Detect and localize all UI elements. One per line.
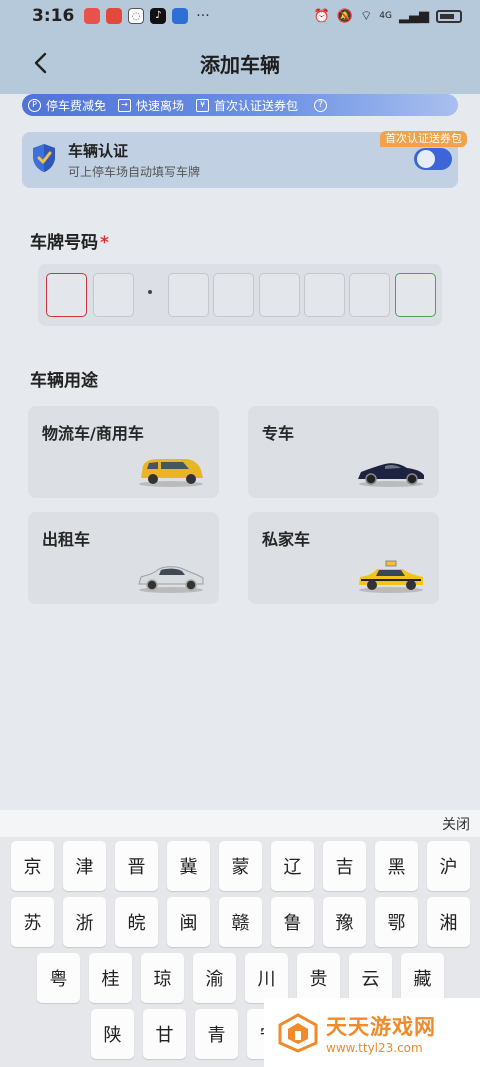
page-header: 添加车辆 — [0, 32, 480, 94]
app-notification-icon — [172, 8, 189, 24]
battery-icon — [436, 9, 462, 23]
plate-char-cell[interactable] — [46, 273, 87, 317]
usage-label: 出租车 — [42, 530, 91, 549]
benefit-strip[interactable]: P 停车费减免 → 快速离场 ¥ 首次认证送券包 ? — [22, 94, 458, 116]
network-label: 4G — [379, 11, 392, 21]
keyboard-key[interactable]: 辽 — [271, 841, 314, 891]
keyboard-key[interactable]: 桂 — [89, 953, 132, 1003]
sports-car-icon — [358, 463, 424, 487]
app-notification-icon — [84, 8, 101, 24]
back-arrow-icon[interactable] — [30, 50, 52, 76]
keyboard-topbar: 关闭 — [0, 810, 480, 837]
keyboard-key[interactable]: 琼 — [141, 953, 184, 1003]
benefit-label: 首次认证送券包 — [214, 98, 299, 113]
usage-label: 专车 — [262, 424, 295, 443]
wechat-icon: ◌ — [128, 8, 145, 24]
plate-separator — [148, 290, 152, 294]
plate-new-energy-cell[interactable] — [395, 273, 436, 317]
coupon-icon: ¥ — [196, 98, 210, 112]
benefit-label: 快速离场 — [136, 98, 185, 113]
plate-input-group — [38, 264, 442, 326]
keyboard-key[interactable]: 陕 — [91, 1009, 134, 1059]
usage-option-ride-hailing[interactable]: 专车 — [248, 406, 439, 498]
usage-option-private[interactable]: 私家车 — [248, 512, 439, 604]
keyboard-key[interactable]: 津 — [63, 841, 106, 891]
mute-icon: 🔕 — [336, 8, 354, 24]
vehicle-verify-card: 车辆认证 可上停车场自动填写车牌 首次认证送券包 — [22, 131, 467, 188]
yellow-taxi-icon — [359, 560, 423, 593]
parking-icon: P — [28, 98, 41, 112]
keyboard-key[interactable]: 黑 — [375, 841, 418, 891]
keyboard-key[interactable]: 闽 — [167, 897, 210, 947]
keyboard-key[interactable]: 赣 — [219, 897, 262, 947]
keyboard-key[interactable]: 沪 — [427, 841, 470, 891]
keyboard-key[interactable]: 晋 — [115, 841, 158, 891]
keyboard-key[interactable]: 粤 — [37, 953, 80, 1003]
usage-label: 物流车/商用车 — [42, 424, 144, 443]
wifi-icon: ⌔ — [360, 9, 373, 24]
keyboard-key[interactable]: 冀 — [167, 841, 210, 891]
alarm-icon: ⏰ — [313, 8, 330, 24]
plate-char-cell[interactable] — [349, 273, 390, 317]
site-watermark: 天天游戏网 www.ttyl23.com — [264, 998, 480, 1067]
usage-option-commercial[interactable]: 物流车/商用车 — [28, 406, 219, 498]
silver-sedan-icon — [138, 566, 204, 593]
keyboard-key[interactable]: 青 — [195, 1009, 238, 1059]
keyboard-key[interactable]: 川 — [245, 953, 288, 1003]
keyboard-key[interactable]: 豫 — [323, 897, 366, 947]
benefit-item: ¥ 首次认证送券包 — [196, 97, 298, 114]
keyboard-key[interactable]: 贵 — [297, 953, 340, 1003]
plate-char-cell[interactable] — [259, 273, 300, 317]
tiktok-icon: ♪ — [150, 8, 167, 24]
watermark-url: www.ttyl23.com — [326, 1040, 423, 1055]
verify-toggle[interactable] — [414, 148, 452, 170]
usage-label: 私家车 — [262, 530, 311, 549]
plate-char-cell[interactable] — [168, 273, 209, 317]
watermark-logo-icon — [278, 1012, 318, 1053]
keyboard-key[interactable]: 渝 — [193, 953, 236, 1003]
keyboard-key[interactable]: 藏 — [401, 953, 444, 1003]
keyboard-key[interactable]: 苏 — [11, 897, 54, 947]
page-title: 添加车辆 — [200, 52, 280, 77]
usage-section-title: 车辆用途 — [30, 371, 98, 391]
plate-section-title: 车牌号码 * — [30, 228, 109, 253]
signal-icon: ▂▄▆ — [399, 8, 429, 24]
plate-char-cell[interactable] — [213, 273, 254, 317]
plate-char-cell[interactable] — [93, 273, 134, 317]
benefit-item: → 快速离场 — [118, 97, 184, 114]
plate-char-cell[interactable] — [304, 273, 345, 317]
keyboard-key[interactable]: 鄂 — [375, 897, 418, 947]
keyboard-key[interactable]: 湘 — [427, 897, 470, 947]
help-icon[interactable]: ? — [314, 98, 328, 112]
benefit-item: P 停车费减免 — [28, 97, 106, 114]
yellow-van-icon — [139, 459, 203, 487]
keyboard-key[interactable]: 蒙 — [219, 841, 262, 891]
more-notifications-icon: ··· — [196, 8, 210, 24]
benefit-label: 停车费减免 — [46, 98, 107, 113]
app-notification-icon — [106, 8, 123, 24]
plate-label: 车牌号码 — [30, 233, 98, 253]
keyboard-key[interactable]: 甘 — [143, 1009, 186, 1059]
keyboard-key[interactable]: 浙 — [63, 897, 106, 947]
keyboard-key[interactable]: 京 — [11, 841, 54, 891]
watermark-text: 天天游戏网 www.ttyl23.com — [326, 1011, 436, 1055]
required-mark: * — [100, 233, 109, 253]
watermark-title: 天天游戏网 — [326, 1014, 436, 1039]
keyboard-close-button[interactable]: 关闭 — [442, 814, 470, 834]
keyboard-key[interactable]: 皖 — [115, 897, 158, 947]
status-bar: 3:16 ◌ ♪ ··· ⏰ 🔕 ⌔ 4G ▂▄▆ — [0, 0, 480, 32]
verify-title: 车辆认证 — [68, 142, 129, 160]
toggle-knob — [417, 150, 435, 168]
status-time: 3:16 — [32, 6, 75, 26]
usage-option-taxi[interactable]: 出租车 — [28, 512, 219, 604]
promo-badge: 首次认证送券包 — [380, 131, 467, 147]
keyboard-key[interactable]: 鲁 — [271, 897, 314, 947]
status-indicators: ⏰ 🔕 ⌔ 4G ▂▄▆ — [314, 8, 462, 24]
shield-icon — [33, 144, 55, 172]
verify-description: 可上停车场自动填写车牌 — [68, 165, 201, 179]
keyboard-key[interactable]: 吉 — [323, 841, 366, 891]
exit-icon: → — [118, 98, 132, 112]
keyboard-key[interactable]: 云 — [349, 953, 392, 1003]
